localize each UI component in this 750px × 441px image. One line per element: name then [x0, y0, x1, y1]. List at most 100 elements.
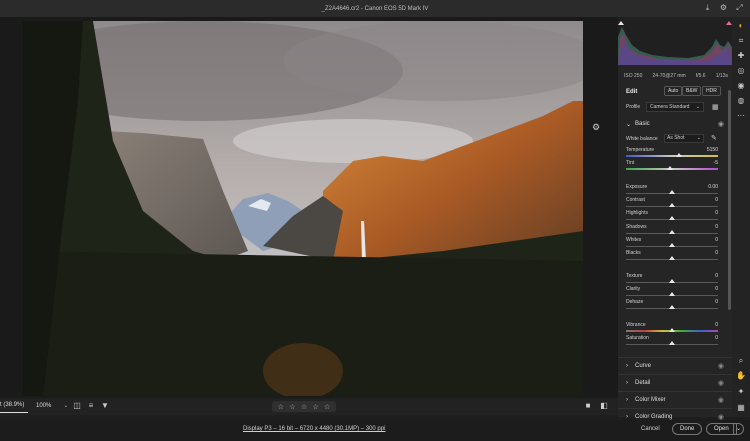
hdr-button[interactable]: HDR: [702, 86, 721, 96]
gear-icon[interactable]: ⚙: [719, 3, 728, 12]
eye-icon[interactable]: ◉: [718, 396, 724, 404]
slider-exposure[interactable]: Exposure 0.00: [618, 184, 732, 197]
slider-value[interactable]: 0: [696, 197, 718, 203]
edit-panel: ISO 250 24-70@27 mm f/5.6 1/13s Edit Aut…: [618, 17, 732, 421]
star-icon[interactable]: ☆: [312, 403, 318, 411]
wb-label: White balance: [626, 136, 658, 142]
section-title: Detail: [635, 380, 651, 386]
slider-value[interactable]: 0: [696, 286, 718, 292]
slider-handle[interactable]: [669, 279, 675, 283]
heal-icon[interactable]: ✚: [736, 51, 746, 61]
slider-handle[interactable]: [669, 305, 675, 309]
exif-aperture: f/5.6: [695, 73, 706, 79]
slider-value[interactable]: 0: [696, 322, 718, 328]
slider-vibrance[interactable]: Vibrance 0: [618, 322, 732, 335]
before-after-icon[interactable]: ◧: [599, 401, 609, 411]
slider-handle[interactable]: [669, 230, 675, 234]
slider-handle[interactable]: [669, 292, 675, 296]
slider-temperature[interactable]: Temperature 5150: [618, 147, 732, 160]
filter-icon[interactable]: ▼: [100, 401, 110, 411]
slider-value[interactable]: 0: [696, 250, 718, 256]
slider-highlights[interactable]: Highlights 0: [618, 210, 732, 223]
slider-value[interactable]: 0: [696, 335, 718, 341]
eye-icon[interactable]: ◉: [718, 120, 724, 128]
zoom-icon[interactable]: ⌕: [736, 356, 746, 366]
slider-value[interactable]: 0: [696, 273, 718, 279]
star-rating[interactable]: ☆ ☆ ☆ ☆ ☆: [272, 401, 336, 412]
slider-value[interactable]: 0: [696, 237, 718, 243]
title-bar: _Z2A4646.cr2 - Canon EOS 5D Mark IV ⤓ ⚙ …: [0, 0, 750, 17]
photo-preview[interactable]: [23, 21, 583, 396]
section-curve[interactable]: › Curve ◉: [618, 357, 732, 374]
section-color-mixer[interactable]: › Color Mixer ◉: [618, 391, 732, 408]
compare-icon[interactable]: ◫: [72, 401, 82, 411]
edit-header: Edit Auto B&W HDR: [618, 84, 732, 99]
wb-select[interactable]: As Shot ⌄: [664, 134, 704, 143]
bw-button[interactable]: B&W: [682, 86, 702, 96]
slider-handle[interactable]: [669, 256, 675, 260]
slider-value[interactable]: 0: [696, 210, 718, 216]
canvas-settings-icon[interactable]: ⚙: [592, 122, 600, 133]
star-icon[interactable]: ☆: [301, 403, 307, 411]
slider-shadows[interactable]: Shadows 0: [618, 224, 732, 237]
slider-value[interactable]: -5: [696, 160, 718, 166]
star-icon[interactable]: ☆: [278, 403, 284, 411]
slider-whites[interactable]: Whites 0: [618, 237, 732, 250]
done-button[interactable]: Done: [672, 423, 703, 435]
profile-select[interactable]: Camera Standard ⌄: [646, 102, 704, 112]
zoom-select[interactable]: 100% ⌄: [36, 402, 68, 409]
slider-handle[interactable]: [669, 243, 675, 247]
eyedropper-icon[interactable]: ✎: [711, 134, 717, 142]
slider-texture[interactable]: Texture 0: [618, 273, 732, 286]
star-icon[interactable]: ☆: [324, 403, 330, 411]
sampler-icon[interactable]: ✦: [736, 387, 746, 397]
slider-blacks[interactable]: Blacks 0: [618, 250, 732, 263]
slider-handle[interactable]: [676, 153, 683, 157]
slider-saturation[interactable]: Saturation 0: [618, 335, 732, 348]
slider-handle[interactable]: [669, 328, 675, 332]
slider-clarity[interactable]: Clarity 0: [618, 286, 732, 299]
slider-tint[interactable]: Tint -5: [618, 160, 732, 173]
exif-info: ISO 250 24-70@27 mm f/5.6 1/13s: [624, 73, 728, 79]
slider-handle[interactable]: [669, 203, 675, 207]
slider-value[interactable]: 5150: [696, 147, 718, 153]
star-icon[interactable]: ☆: [289, 403, 295, 411]
slider-handle[interactable]: [667, 166, 674, 170]
crop-icon[interactable]: ⌗: [736, 36, 746, 46]
slider-track[interactable]: [626, 155, 718, 157]
hand-icon[interactable]: ✋: [736, 371, 746, 381]
sort-icon[interactable]: ≡: [86, 401, 96, 411]
expand-icon[interactable]: ⤢: [735, 3, 744, 12]
panel-scrollbar[interactable]: [728, 90, 731, 310]
single-view-icon[interactable]: ■: [583, 401, 593, 411]
fit-zoom[interactable]: t (38.9%): [0, 402, 28, 413]
more-icon[interactable]: ⋯: [736, 111, 746, 121]
slider-handle[interactable]: [669, 190, 675, 194]
basic-section-header[interactable]: ⌄ Basic ◉: [618, 119, 732, 131]
section-detail[interactable]: › Detail ◉: [618, 374, 732, 391]
image-canvas[interactable]: ⚙: [0, 17, 618, 397]
mask-icon[interactable]: ◎: [736, 66, 746, 76]
slider-value[interactable]: 0: [696, 299, 718, 305]
cancel-button[interactable]: Cancel: [641, 426, 660, 432]
redeye-icon[interactable]: ◉: [736, 81, 746, 91]
workflow-options-link[interactable]: Display P3 – 16 bit – 6720 x 4480 (30.1M…: [243, 426, 385, 432]
grid-icon[interactable]: ▦: [736, 403, 746, 413]
slider-value[interactable]: 0.00: [696, 184, 718, 190]
open-options-button[interactable]: ⌄: [733, 423, 745, 435]
slider-handle[interactable]: [669, 341, 675, 345]
slider-dehaze[interactable]: Dehaze 0: [618, 299, 732, 312]
slider-handle[interactable]: [669, 216, 675, 220]
tool-strip: ◐ ⌗ ✚ ◎ ◉ ◍ ⋯ ⌕ ✋ ✦ ▦: [732, 17, 750, 417]
eye-icon[interactable]: ◉: [718, 379, 724, 387]
presets-icon[interactable]: ◍: [736, 96, 746, 106]
eye-icon[interactable]: ◉: [718, 362, 724, 370]
window-title: _Z2A4646.cr2 - Canon EOS 5D Mark IV: [321, 5, 429, 12]
slider-contrast[interactable]: Contrast 0: [618, 197, 732, 210]
profile-value: Camera Standard: [650, 104, 690, 110]
save-icon[interactable]: ⤓: [703, 3, 712, 12]
edit-icon[interactable]: ◐: [736, 21, 746, 31]
profile-browser-icon[interactable]: ▦: [712, 103, 719, 111]
auto-button[interactable]: Auto: [664, 86, 683, 96]
slider-value[interactable]: 0: [696, 224, 718, 230]
